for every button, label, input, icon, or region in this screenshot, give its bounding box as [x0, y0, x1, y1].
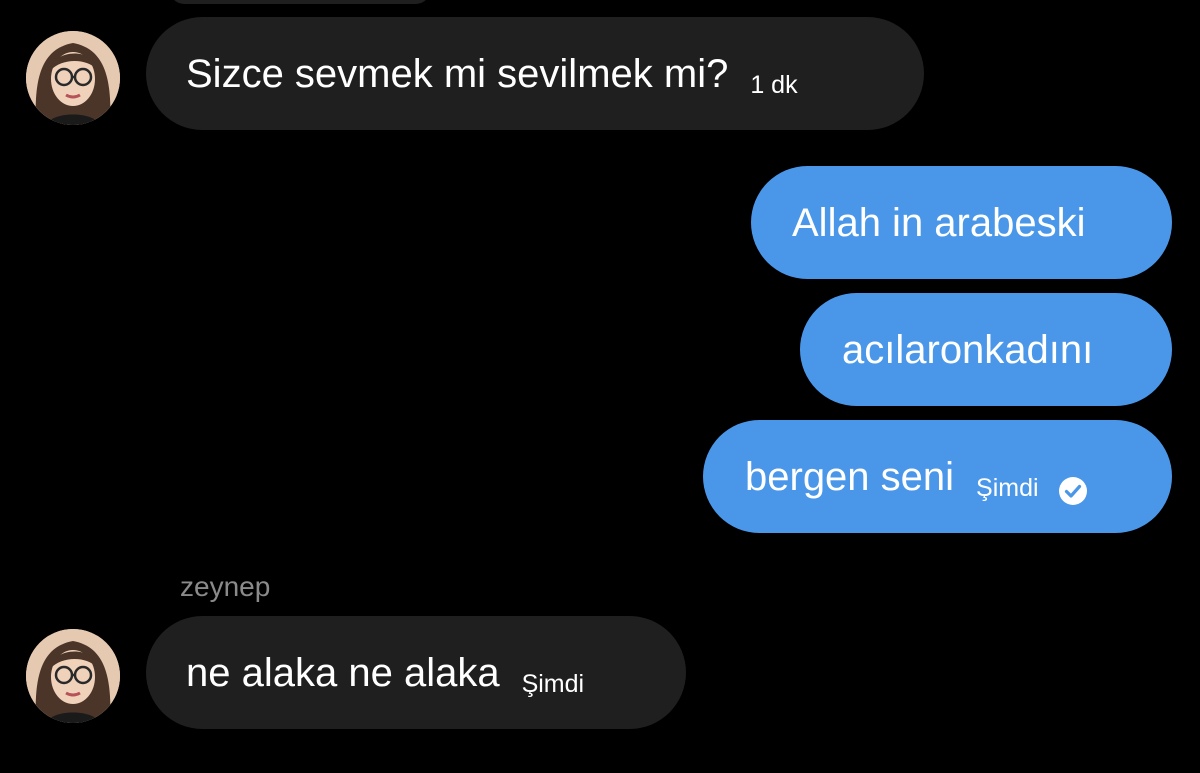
- message-text: Sizce sevmek mi sevilmek mi?: [186, 51, 729, 96]
- message-text: Allah in arabeski: [792, 200, 1086, 245]
- message-timestamp: 1 dk: [750, 71, 798, 99]
- message-timestamp: Şimdi: [976, 474, 1039, 502]
- sender-name: zeynep: [180, 571, 271, 602]
- check-circle-icon: [1057, 475, 1089, 507]
- avatar-icon: [26, 629, 120, 723]
- message-bubble-incoming[interactable]: Sizce sevmek mi sevilmek mi? 1 dk: [146, 17, 924, 130]
- message-bubble-incoming[interactable]: ne alaka ne alaka Şimdi: [146, 616, 686, 729]
- sender-avatar[interactable]: [26, 31, 120, 125]
- message-bubble-outgoing[interactable]: acılaronkadını: [800, 293, 1172, 406]
- message-text: acılaronkadını: [842, 327, 1094, 372]
- message-text: ne alaka ne alaka: [186, 650, 500, 695]
- message-timestamp: Şimdi: [521, 670, 585, 698]
- sender-avatar[interactable]: [26, 629, 120, 723]
- previous-message-bubble: [170, 0, 430, 4]
- message-bubble-outgoing[interactable]: bergen seni Şimdi: [703, 420, 1172, 533]
- message-bubble-outgoing[interactable]: Allah in arabeski: [751, 166, 1172, 279]
- message-text: bergen seni: [745, 454, 955, 499]
- avatar-icon: [26, 31, 120, 125]
